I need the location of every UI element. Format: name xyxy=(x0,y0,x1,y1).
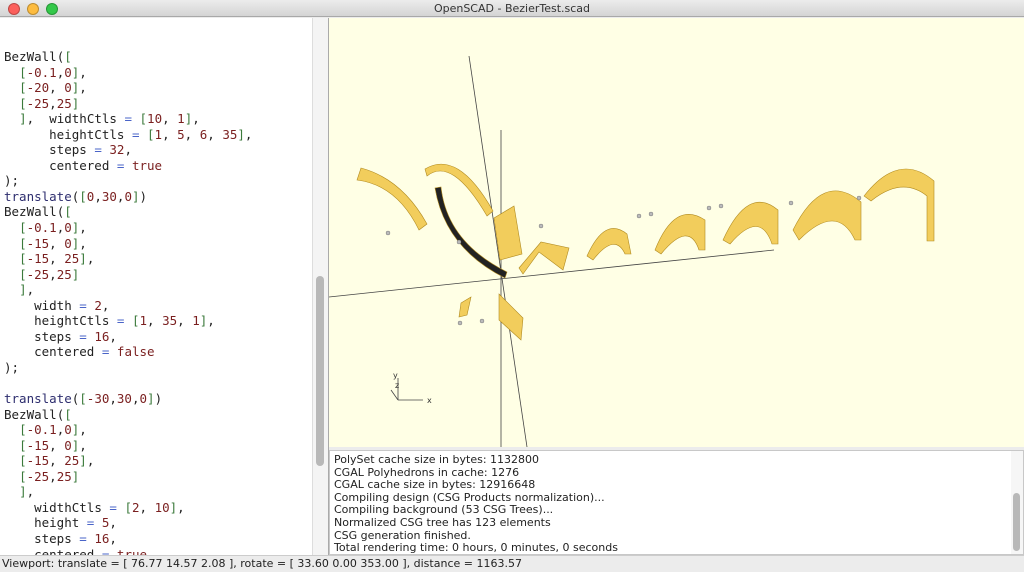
axis-label-x: x xyxy=(427,396,432,405)
console-panel[interactable]: PolySet cache size in bytes: 1132800 CGAL… xyxy=(329,450,1024,555)
code-line: BezWall([ xyxy=(4,204,72,220)
console-message: PolySet cache size in bytes: 1132800 xyxy=(334,453,540,466)
viewport-status: Viewport: translate = [ 76.77 14.57 2.08… xyxy=(2,557,522,570)
code-line: [-15, 0], xyxy=(19,437,87,453)
code-line: steps = 16, xyxy=(34,530,117,546)
editor-scroll-thumb[interactable] xyxy=(316,276,324,466)
bezier-wall xyxy=(458,296,472,318)
code-line: centered = true xyxy=(49,157,163,173)
code-line: steps = 32, xyxy=(49,142,132,158)
console-scroll-thumb[interactable] xyxy=(1013,493,1020,551)
console-message: Total rendering time: 0 hours, 0 minutes… xyxy=(334,541,618,555)
code-line: ], xyxy=(19,282,35,298)
window-title: OpenSCAD - BezierTest.scad xyxy=(433,2,591,15)
console-scrollbar[interactable] xyxy=(1011,451,1023,554)
3d-scene: x y z xyxy=(328,55,935,448)
code-line: width = 2, xyxy=(34,297,110,313)
code-line: ); xyxy=(4,359,20,375)
code-line: ], xyxy=(19,484,35,500)
code-line: height = 5, xyxy=(34,515,117,531)
code-editor[interactable]: BezWall([ [-0.1,0], [-20, 0], [-25,25] ]… xyxy=(0,18,312,555)
code-line: [-25,25] xyxy=(19,95,80,111)
code-line: [-0.1,0], xyxy=(19,64,87,80)
code-line: ], widthCtls = [10, 1], xyxy=(19,111,200,127)
code-line: heightCtls = [1, 35, 1], xyxy=(34,313,215,329)
3d-viewport[interactable]: x y z xyxy=(328,18,1024,448)
editor-scrollbar[interactable] xyxy=(312,18,328,555)
bezier-wall xyxy=(722,201,779,245)
code-text[interactable]: BezWall([ [-0.1,0], [-20, 0], [-25,25] ]… xyxy=(4,49,252,555)
code-line: BezWall([ xyxy=(4,406,72,422)
bezier-wall xyxy=(356,167,428,231)
code-line: [-20, 0], xyxy=(19,80,87,96)
console-message: CGAL cache size in bytes: 12916648 xyxy=(334,478,536,492)
code-line: [-15, 25], xyxy=(19,251,95,267)
code-line: translate([0,30,0]) xyxy=(4,188,148,204)
bezier-wall xyxy=(792,190,862,241)
model-walls xyxy=(356,163,935,341)
code-line: centered = false xyxy=(34,344,155,360)
minimize-button[interactable] xyxy=(27,3,39,15)
code-line: [-0.1,0], xyxy=(19,220,87,236)
status-bar: Viewport: translate = [ 76.77 14.57 2.08… xyxy=(0,555,1024,572)
bezier-wall xyxy=(863,168,935,242)
control-points xyxy=(385,195,862,326)
code-line: steps = 16, xyxy=(34,328,117,344)
bezier-wall xyxy=(654,214,706,255)
bezier-wall xyxy=(518,241,570,275)
close-button[interactable] xyxy=(8,3,20,15)
console-messages: PolySet cache size in bytes: 1132800 CGAL… xyxy=(334,453,618,555)
zoom-button[interactable] xyxy=(46,3,58,15)
code-line: ); xyxy=(4,173,20,189)
bezier-wall xyxy=(586,228,632,261)
code-line: centered = true xyxy=(34,546,148,556)
code-line: [-15, 0], xyxy=(19,235,87,251)
code-line: [-25,25] xyxy=(19,468,80,484)
code-line: [-0.1,0], xyxy=(19,422,87,438)
title-bar: OpenSCAD - BezierTest.scad xyxy=(0,0,1024,17)
axis-label-z: z xyxy=(395,381,399,390)
code-line: translate([-30,30,0]) xyxy=(4,391,163,407)
code-line: [-25,25] xyxy=(19,266,80,282)
axis-indicator: x y z xyxy=(390,371,432,405)
axis-label-y: y xyxy=(393,371,398,380)
code-line: BezWall([ xyxy=(4,49,72,64)
bezier-wall xyxy=(498,293,524,341)
code-line: [-15, 25], xyxy=(19,453,95,469)
console-message: Normalized CSG tree has 123 elements xyxy=(334,515,551,529)
code-line: heightCtls = [1, 5, 6, 35], xyxy=(49,126,253,142)
code-line: widthCtls = [2, 10], xyxy=(34,499,185,515)
